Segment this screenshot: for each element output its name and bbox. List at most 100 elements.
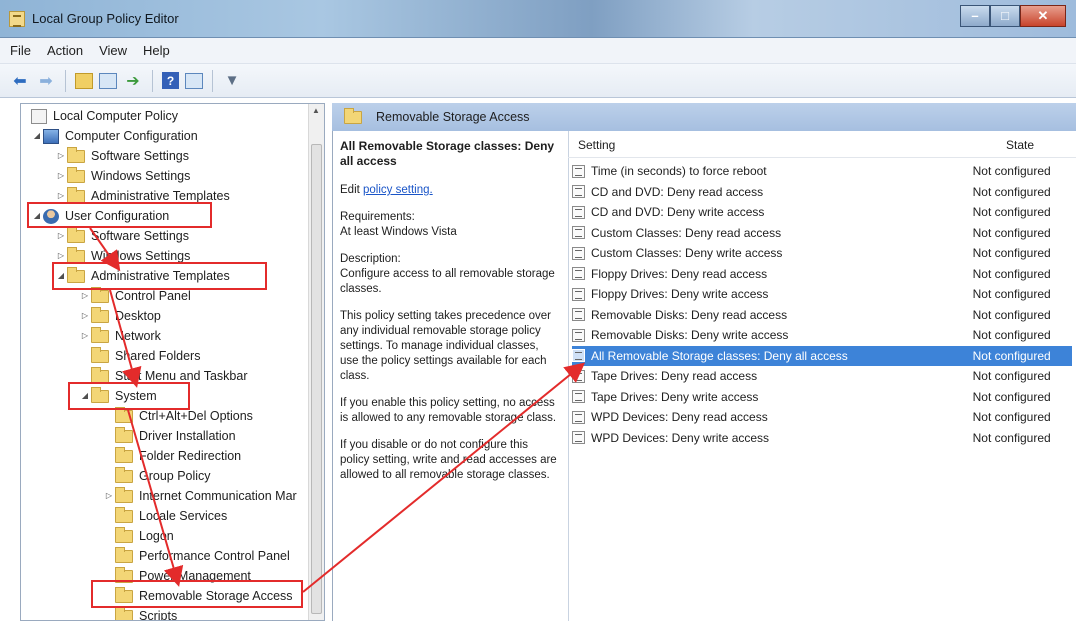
tree-item-folder-redirection[interactable]: Folder Redirection <box>115 446 241 466</box>
forward-arrow-icon[interactable]: ➡ <box>36 71 56 91</box>
setting-row[interactable]: WPD Devices: Deny read access Not configu… <box>572 407 1072 427</box>
collapsed-triangle-icon[interactable]: ▷ <box>55 146 67 166</box>
filter-icon[interactable]: ▼ <box>222 71 242 91</box>
setting-state: Not configured <box>972 164 1051 178</box>
computer-icon <box>43 128 59 144</box>
close-button[interactable]: ✕ <box>1020 5 1066 27</box>
folder-icon <box>67 146 85 163</box>
group-policy-app-icon <box>9 11 25 27</box>
title-bar: Local Group Policy Editor – □ ✕ <box>0 0 1076 38</box>
toolbar-separator <box>152 69 153 92</box>
menu-help[interactable]: Help <box>143 43 170 58</box>
setting-row[interactable]: Time (in seconds) to force reboot Not con… <box>572 161 1072 181</box>
column-header-state[interactable]: State <box>958 138 1076 157</box>
setting-row[interactable]: Removable Disks: Deny write access Not co… <box>572 325 1072 345</box>
tree-item-local-computer-policy[interactable]: Local Computer Policy <box>31 106 178 126</box>
folder-icon <box>115 406 133 423</box>
tree-scrollbar[interactable]: ▲ <box>308 104 324 620</box>
folder-icon <box>115 546 133 563</box>
setting-state: Not configured <box>972 307 1051 322</box>
setting-state: Not configured <box>972 246 1051 260</box>
policy-setting-icon <box>572 226 585 239</box>
setting-row[interactable]: Custom Classes: Deny read access Not conf… <box>572 223 1072 243</box>
collapsed-triangle-icon[interactable]: ▷ <box>55 166 67 186</box>
export-list-icon[interactable]: ➔ <box>123 71 143 91</box>
policy-setting-icon <box>572 287 585 301</box>
policy-setting-icon <box>572 349 585 362</box>
tree-item-network[interactable]: ▷ Network <box>79 326 161 346</box>
maximize-button[interactable]: □ <box>990 5 1020 27</box>
folder-icon <box>67 246 85 263</box>
policy-setting-icon <box>572 369 585 383</box>
collapsed-triangle-icon[interactable]: ▷ <box>103 486 115 506</box>
setting-state: Not configured <box>972 287 1051 301</box>
highlight-system <box>68 382 190 410</box>
menu-view[interactable]: View <box>99 43 127 58</box>
tree-item-computer-configuration[interactable]: ◢ Computer Configuration <box>31 126 198 146</box>
tree-item-logon[interactable]: Logon <box>115 526 174 546</box>
collapsed-triangle-icon[interactable]: ▷ <box>79 326 91 346</box>
folder-icon <box>91 346 109 363</box>
folder-icon <box>115 466 133 483</box>
setting-name: Floppy Drives: Deny read access <box>591 266 768 281</box>
tree-item-software-settings[interactable]: ▷ Software Settings <box>55 146 189 166</box>
console-tree[interactable]: Local Computer Policy ◢ Computer Configu… <box>20 103 325 621</box>
setting-row[interactable]: CD and DVD: Deny read access Not configur… <box>572 182 1072 202</box>
policy-setting-icon <box>572 246 585 260</box>
tree-item-desktop[interactable]: ▷ Desktop <box>79 306 161 326</box>
folder-icon <box>91 286 109 303</box>
tree-item-shared-folders[interactable]: Shared Folders <box>91 346 200 366</box>
setting-state: Not configured <box>972 410 1051 424</box>
column-header-setting[interactable]: Setting <box>568 138 958 157</box>
policy-setting-icon <box>572 431 585 444</box>
panel-header: Removable Storage Access <box>332 103 1076 131</box>
up-folder-icon[interactable] <box>75 72 93 89</box>
setting-row[interactable]: Tape Drives: Deny read access Not configu… <box>572 366 1072 386</box>
collapsed-triangle-icon[interactable]: ▷ <box>79 306 91 326</box>
setting-row[interactable]: Custom Classes: Deny write access Not con… <box>572 243 1072 263</box>
tree-item-internet-communication[interactable]: ▷ Internet Communication Mar <box>103 486 297 506</box>
scroll-up-arrow-icon[interactable]: ▲ <box>312 106 320 115</box>
expanded-triangle-icon[interactable]: ◢ <box>31 126 43 146</box>
toolbar-separator <box>65 69 66 92</box>
menu-file[interactable]: File <box>10 43 31 58</box>
folder-icon <box>115 526 133 543</box>
edit-policy-link[interactable]: policy setting. <box>363 184 433 196</box>
policy-setting-icon <box>572 205 585 219</box>
highlight-removable-storage-access <box>91 580 303 608</box>
setting-name: WPD Devices: Deny read access <box>591 410 768 424</box>
folder-icon <box>344 107 362 124</box>
setting-row[interactable]: CD and DVD: Deny write access Not configu… <box>572 202 1072 222</box>
scroll-thumb[interactable] <box>311 144 322 614</box>
collapsed-triangle-icon[interactable]: ▷ <box>55 226 67 246</box>
tree-item-windows-settings[interactable]: ▷ Windows Settings <box>55 166 190 186</box>
policy-setting-icon <box>572 308 585 321</box>
folder-icon <box>115 606 133 620</box>
setting-state: Not configured <box>972 430 1051 445</box>
setting-row[interactable]: All Removable Storage classes: Deny all … <box>572 345 1072 366</box>
description-text: Description: Configure access to all rem… <box>340 253 555 295</box>
tree-item-group-policy[interactable]: Group Policy <box>115 466 211 486</box>
tree-item-software-settings[interactable]: ▷ Software Settings <box>55 226 189 246</box>
policy-document-icon <box>31 108 47 124</box>
setting-row[interactable]: Tape Drives: Deny write access Not config… <box>572 387 1072 407</box>
setting-row[interactable]: Floppy Drives: Deny write access Not conf… <box>572 284 1072 304</box>
tree-item-driver-installation[interactable]: Driver Installation <box>115 426 236 446</box>
minimize-button[interactable]: – <box>960 5 990 27</box>
back-arrow-icon[interactable]: ⬅ <box>10 71 30 91</box>
menu-action[interactable]: Action <box>47 43 83 58</box>
help-icon[interactable]: ? <box>162 72 179 89</box>
properties-icon[interactable] <box>185 72 203 89</box>
setting-row[interactable]: Floppy Drives: Deny read access Not confi… <box>572 264 1072 284</box>
disable-text: If you disable or do not configure this … <box>340 439 557 481</box>
tree-item-scripts[interactable]: Scripts <box>115 606 177 620</box>
setting-row[interactable]: WPD Devices: Deny write access Not config… <box>572 428 1072 448</box>
tree-item-performance-control-panel[interactable]: Performance Control Panel <box>115 546 290 566</box>
policy-setting-icon <box>572 390 585 403</box>
tree-item-locale-services[interactable]: Locale Services <box>115 506 227 526</box>
extended-description: All Removable Storage classes: Deny all … <box>340 139 560 495</box>
list-header: Setting State <box>568 138 1076 158</box>
setting-row[interactable]: Removable Disks: Deny read access Not con… <box>572 305 1072 325</box>
show-hide-tree-icon[interactable] <box>99 72 117 89</box>
setting-name: Removable Disks: Deny write access <box>591 328 789 342</box>
